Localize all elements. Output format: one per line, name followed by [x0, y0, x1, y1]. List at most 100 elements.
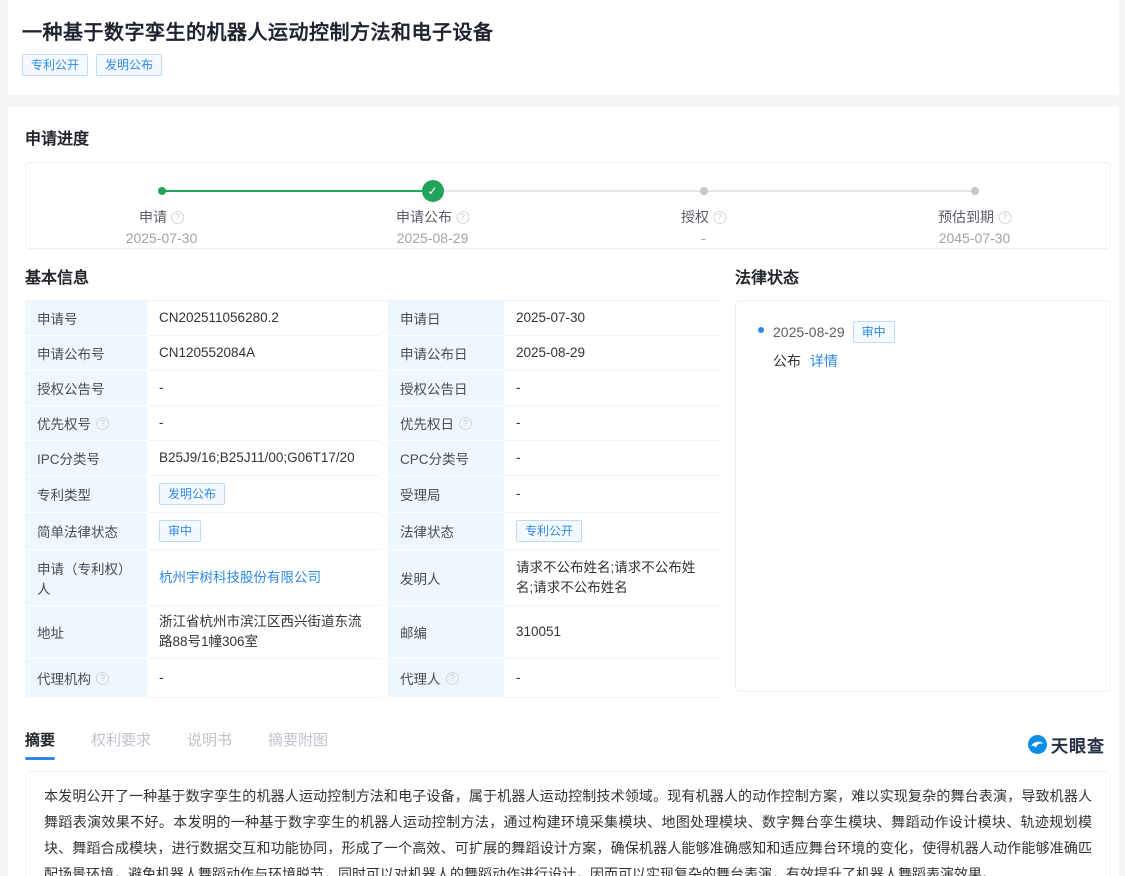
agency-label: 代理机构? — [25, 659, 147, 698]
timeline-step-published: 申请公布 ? 2025-08-29 — [396, 207, 469, 246]
step-label: 授权 — [681, 207, 709, 227]
publication-date-value: 2025-08-29 — [504, 336, 720, 371]
basic-info-heading: 基本信息 — [25, 264, 720, 288]
address-label: 地址 — [25, 606, 147, 659]
row-publication-number: 申请公布号 CN120552084A 申请公布日 2025-08-29 — [25, 336, 720, 371]
grant-date-label: 授权公告日 — [388, 371, 504, 406]
info-section: 基本信息 申请号 CN202511056280.2 申请日 2025-07-30 — [25, 264, 1111, 698]
priority-date-label: 优先权日? — [388, 406, 504, 441]
legal-status-box: 2025-08-29 审中 公布 详情 — [735, 300, 1111, 692]
help-icon[interactable]: ? — [998, 211, 1011, 224]
patent-type-tag: 发明公布 — [159, 483, 225, 505]
help-icon[interactable]: ? — [459, 417, 472, 430]
patent-open-tag: 专利公开 — [22, 54, 88, 76]
inventors-label: 发明人 — [388, 550, 504, 606]
timeline-track-done — [162, 190, 434, 192]
patent-header: 一种基于数字孪生的机器人运动控制方法和电子设备 专利公开 发明公布 — [8, 0, 1119, 95]
timeline-track — [162, 190, 975, 192]
step-label: 申请公布 — [396, 207, 452, 227]
help-icon[interactable]: ? — [713, 211, 726, 224]
step-dot-expiry — [971, 187, 979, 195]
patent-main-card: 申请进度 ✓ 申请 ? 2025-07-30 申请公布 ? 2 — [8, 107, 1119, 876]
priority-number-label: 优先权号? — [25, 406, 147, 441]
grant-date-value: - — [504, 371, 720, 406]
tab-claims[interactable]: 权利要求 — [91, 729, 151, 760]
postcode-value: 310051 — [504, 606, 720, 659]
under-review-tag: 审中 — [853, 321, 895, 343]
patent-detail-page: 一种基于数字孪生的机器人运动控制方法和电子设备 专利公开 发明公布 申请进度 ✓… — [0, 0, 1125, 876]
brand-eye-icon — [1028, 735, 1047, 754]
brand-logo: 天眼查 — [1028, 732, 1105, 757]
legal-status-date: 2025-08-29 — [773, 324, 845, 340]
postcode-label: 邮编 — [388, 606, 504, 659]
accepting-office-value: - — [504, 476, 720, 513]
bullet-dot-icon — [758, 327, 764, 333]
simple-legal-status-label: 简单法律状态 — [25, 513, 147, 550]
progress-heading: 申请进度 — [25, 125, 1111, 149]
simple-legal-status-value: 审中 — [147, 513, 380, 550]
step-dot-filed — [158, 187, 166, 195]
basic-info-table: 申请号 CN202511056280.2 申请日 2025-07-30 申请公布… — [25, 300, 720, 698]
row-address: 地址 浙江省杭州市滨江区西兴街道东流路88号1幢306室 邮编 310051 — [25, 606, 720, 659]
agency-value: - — [147, 659, 380, 698]
accepting-office-label: 受理局 — [388, 476, 504, 513]
tab-abstract-figure[interactable]: 摘要附图 — [268, 729, 328, 760]
cpc-class-label: CPC分类号 — [388, 441, 504, 476]
application-date-value: 2025-07-30 — [504, 301, 720, 336]
abstract-content: 本发明公开了一种基于数字孪生的机器人运动控制方法和电子设备，属于机器人运动控制技… — [25, 771, 1111, 876]
step-check-published-icon: ✓ — [422, 180, 444, 202]
priority-number-value: - — [147, 406, 380, 441]
row-legal-status: 简单法律状态 审中 法律状态 专利公开 — [25, 513, 720, 550]
help-icon[interactable]: ? — [171, 211, 184, 224]
publication-number-value: CN120552084A — [147, 336, 380, 371]
ipc-class-value: B25J9/16;B25J11/00;G06T17/20 — [147, 441, 380, 476]
address-value: 浙江省杭州市滨江区西兴街道东流路88号1幢306室 — [147, 606, 380, 659]
step-label: 预估到期 — [938, 207, 994, 227]
step-dot-granted — [700, 187, 708, 195]
applicant-label: 申请（专利权）人 — [25, 550, 147, 606]
help-icon[interactable]: ? — [96, 417, 109, 430]
patent-open-tag: 专利公开 — [516, 520, 582, 542]
applicant-company-link[interactable]: 杭州宇树科技股份有限公司 — [159, 568, 321, 588]
agent-label: 代理人? — [388, 659, 504, 698]
publication-number-label: 申请公布号 — [25, 336, 147, 371]
grant-number-label: 授权公告号 — [25, 371, 147, 406]
page-title: 一种基于数字孪生的机器人运动控制方法和电子设备 — [22, 16, 1105, 45]
legal-detail-link[interactable]: 详情 — [810, 353, 838, 369]
cpc-class-value: - — [504, 441, 720, 476]
patent-type-label: 专利类型 — [25, 476, 147, 513]
application-timeline: ✓ 申请 ? 2025-07-30 申请公布 ? 2025-08-29 授权 — [25, 162, 1111, 249]
row-classification: IPC分类号 B25J9/16;B25J11/00;G06T17/20 CPC分… — [25, 441, 720, 476]
priority-date-value: - — [504, 406, 720, 441]
tab-description[interactable]: 说明书 — [187, 729, 232, 760]
under-review-tag: 审中 — [159, 520, 201, 542]
application-number-value: CN202511056280.2 — [147, 301, 380, 336]
publication-date-label: 申请公布日 — [388, 336, 504, 371]
step-date: 2045-07-30 — [938, 230, 1011, 246]
row-priority: 优先权号? - 优先权日? - — [25, 406, 720, 441]
row-grant-number: 授权公告号 - 授权公告日 - — [25, 371, 720, 406]
invention-publication-tag: 发明公布 — [96, 54, 162, 76]
inventors-value: 请求不公布姓名;请求不公布姓名;请求不公布姓名 — [504, 550, 720, 606]
agent-value: - — [504, 659, 720, 698]
document-tabs: 摘要 权利要求 说明书 摘要附图 — [25, 729, 328, 760]
timeline-step-expiry: 预估到期 ? 2045-07-30 — [938, 207, 1011, 246]
legal-status-label: 法律状态 — [388, 513, 504, 550]
tab-abstract[interactable]: 摘要 — [25, 729, 55, 760]
legal-status-item: 2025-08-29 审中 公布 详情 — [758, 321, 1092, 371]
application-number-label: 申请号 — [25, 301, 147, 336]
help-icon[interactable]: ? — [96, 672, 109, 685]
application-date-label: 申请日 — [388, 301, 504, 336]
legal-status-panel: 法律状态 2025-08-29 审中 公布 详情 — [735, 264, 1111, 698]
patent-type-value: 发明公布 — [147, 476, 380, 513]
row-application-number: 申请号 CN202511056280.2 申请日 2025-07-30 — [25, 301, 720, 336]
legal-action-text: 公布 — [773, 353, 801, 369]
ipc-class-label: IPC分类号 — [25, 441, 147, 476]
help-icon[interactable]: ? — [456, 211, 469, 224]
row-applicant: 申请（专利权）人 杭州宇树科技股份有限公司 发明人 请求不公布姓名;请求不公布姓… — [25, 550, 720, 606]
help-icon[interactable]: ? — [446, 672, 459, 685]
timeline-step-filed: 申请 ? 2025-07-30 — [126, 207, 198, 246]
abstract-text: 本发明公开了一种基于数字孪生的机器人运动控制方法和电子设备，属于机器人运动控制技… — [44, 783, 1092, 876]
header-tag-row: 专利公开 发明公布 — [22, 54, 1105, 76]
step-date: 2025-07-30 — [126, 230, 198, 246]
